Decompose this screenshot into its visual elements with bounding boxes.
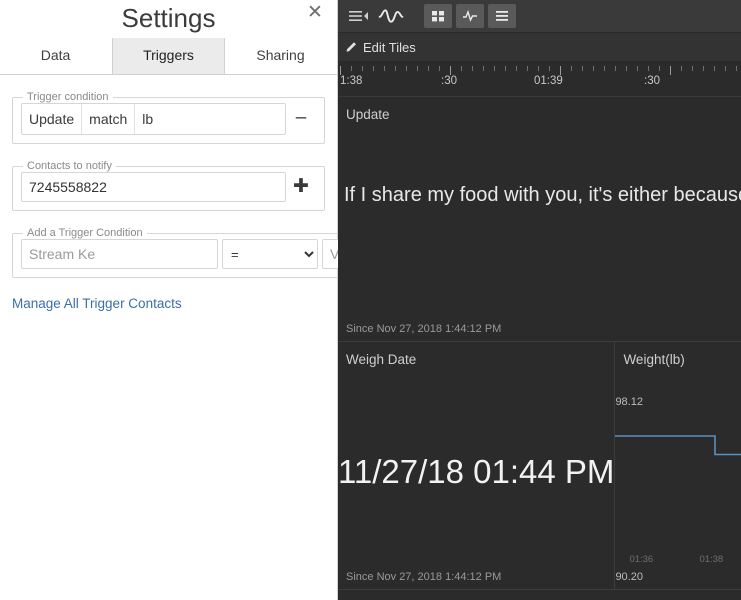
trigger-condition-value: lb [142, 111, 154, 127]
timeline-ruler[interactable]: 1:38 :30 01:39 :30 [338, 62, 741, 97]
tile-since-label: Since Nov 27, 2018 1:44:12 PM [346, 323, 502, 335]
chart-view-button[interactable] [456, 4, 484, 28]
remove-trigger-condition-button[interactable]: – [286, 103, 316, 135]
contacts-to-notify-group: Contacts to notify ✚ [12, 160, 325, 211]
sparkline-path [615, 435, 741, 456]
stream-key-input[interactable] [21, 239, 218, 269]
settings-panel: Settings ✕ Data Triggers Sharing Trigger… [0, 0, 558, 600]
timeline-labels: 1:38 :30 01:39 :30 [338, 75, 741, 93]
dashboard-panel: Edit Tiles 1:38 :30 01:39 :30 Update If … [338, 0, 741, 600]
tab-triggers[interactable]: Triggers [112, 38, 225, 74]
operator-select-wrap: = [222, 239, 318, 269]
timeline-label: 1:38 [340, 75, 363, 87]
close-icon[interactable]: ✕ [305, 3, 325, 23]
trigger-condition-legend: Trigger condition [27, 91, 109, 103]
hamburger-collapse-icon[interactable] [346, 5, 372, 27]
tile-weight[interactable]: Weight(lb) 98.12 90.20 01:36 01:38 [615, 342, 741, 590]
tile-weigh-date[interactable]: Weigh Date 11/27/18 01:44 PM Since Nov 2… [338, 342, 616, 590]
contacts-row: ✚ [21, 172, 316, 202]
edit-tiles-button[interactable]: Edit Tiles [346, 40, 416, 55]
timeline-label: :30 [441, 75, 457, 87]
operator-select[interactable]: = [222, 239, 318, 269]
list-view-button[interactable] [488, 4, 516, 28]
trigger-condition-group: Trigger condition Update match lb – [12, 91, 325, 144]
tile-title: Weigh Date [346, 352, 417, 367]
grid-view-button[interactable] [424, 4, 452, 28]
trigger-condition-operator: match [82, 104, 136, 134]
tile-title: Weight(lb) [623, 352, 685, 367]
tab-sharing[interactable]: Sharing [225, 38, 337, 74]
tiles-row: Weigh Date 11/27/18 01:44 PM Since Nov 2… [338, 342, 741, 590]
waveform-logo-icon [378, 5, 404, 27]
pencil-icon [346, 40, 358, 55]
contact-phone-input[interactable] [21, 172, 286, 202]
edit-tiles-label: Edit Tiles [363, 39, 416, 55]
trigger-condition-display[interactable]: Update match lb [21, 103, 286, 135]
settings-tabs: Data Triggers Sharing [0, 38, 337, 75]
page-title: Settings [121, 3, 216, 33]
tile-message: If I share my food with you, it's either… [344, 184, 741, 206]
triggers-panel-body: Trigger condition Update match lb – Cont… [0, 75, 558, 313]
add-contact-button[interactable]: ✚ [286, 172, 316, 202]
tile-title: Update [346, 107, 390, 122]
app-root: Settings ✕ Data Triggers Sharing Trigger… [0, 0, 741, 600]
trigger-condition-stream: Update [22, 104, 83, 134]
tab-data[interactable]: Data [0, 38, 112, 74]
tile-value: 11/27/18 01:44 PM [338, 453, 615, 490]
trigger-condition-row: Update match lb – [21, 103, 316, 135]
settings-header: Settings ✕ [0, 0, 337, 36]
dashboard-toolbar [338, 0, 741, 33]
add-condition-legend: Add a Trigger Condition [27, 227, 143, 239]
view-mode-buttons [424, 4, 517, 28]
manage-all-trigger-contacts-link[interactable]: Manage All Trigger Contacts [12, 296, 182, 311]
tile-update[interactable]: Update If I share my food with you, it's… [338, 97, 741, 342]
timeline-ticks [338, 66, 741, 75]
contacts-legend: Contacts to notify [27, 160, 112, 172]
weight-sparkline-chart[interactable]: 98.12 90.20 01:36 01:38 [615, 380, 741, 589]
timeline-label: :30 [644, 75, 660, 87]
tile-since-label: Since Nov 27, 2018 1:44:12 PM [346, 571, 502, 583]
edit-bar: Edit Tiles [338, 33, 741, 62]
timeline-label: 01:39 [534, 75, 563, 87]
